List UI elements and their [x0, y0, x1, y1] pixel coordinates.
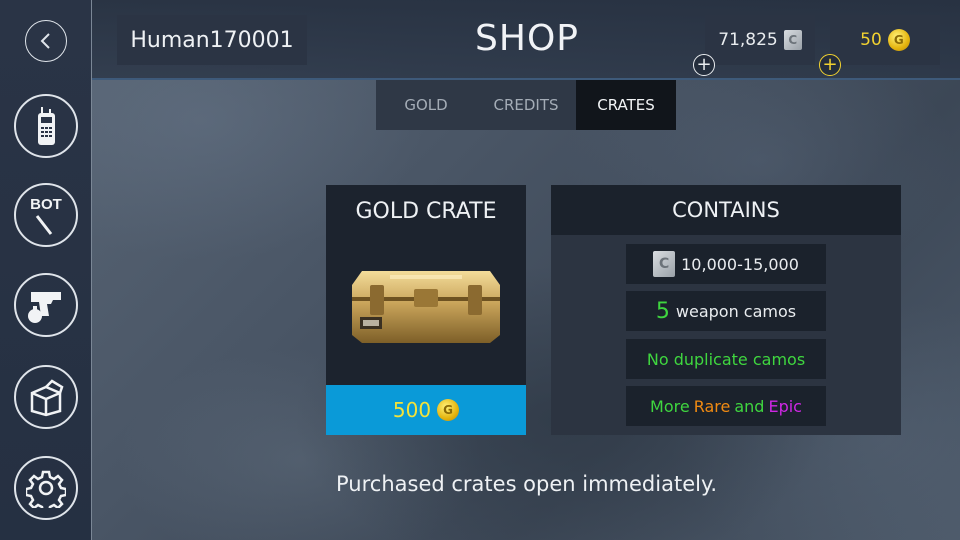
contains-panel: CONTAINS C 10,000-15,000 5 weapon camos … — [551, 185, 901, 435]
gold-crate-image — [352, 271, 500, 343]
contains-credits: C 10,000-15,000 — [626, 244, 826, 284]
contains-title: CONTAINS — [551, 185, 901, 235]
gold-amount: 50 — [860, 30, 882, 50]
top-bar: Human170001 SHOP 71,825 C 50 G + + — [92, 0, 960, 80]
sidebar: BOT — [0, 0, 92, 540]
pistol-grenade-icon — [28, 292, 61, 323]
buy-crate-button[interactable]: 500 G — [326, 385, 526, 435]
crate-title: GOLD CRATE — [355, 199, 497, 224]
contains-no-duplicates: No duplicate camos — [626, 339, 826, 379]
weapons-button[interactable] — [14, 273, 78, 337]
crate-price: 500 — [392, 398, 432, 422]
contains-rarity: More Rare and Epic — [626, 386, 826, 426]
back-button[interactable] — [25, 20, 67, 62]
gold-coin-icon: G — [437, 399, 460, 421]
rarity-epic: Epic — [768, 396, 802, 416]
camo-label: weapon camos — [675, 301, 797, 321]
credits-icon: C — [783, 30, 802, 50]
rarity-more: More — [650, 396, 690, 416]
contains-camos: 5 weapon camos — [626, 291, 826, 331]
bot-button[interactable]: BOT — [14, 183, 78, 247]
bot-label: BOT — [30, 196, 62, 213]
tab-gold[interactable]: GOLD — [376, 80, 476, 130]
credits-icon: C — [653, 251, 676, 277]
add-credits-button[interactable]: + — [693, 54, 715, 76]
crates-button[interactable] — [14, 365, 78, 429]
camo-count: 5 — [655, 298, 670, 324]
gear-icon — [26, 470, 66, 508]
settings-button[interactable] — [14, 456, 78, 520]
rarity-rare: Rare — [693, 396, 731, 416]
player-name: Human170001 — [117, 15, 307, 65]
gold-crate-card[interactable]: GOLD CRATE 500 G — [326, 185, 526, 435]
gold-balance: 50 G — [830, 15, 940, 65]
add-gold-button[interactable]: + — [819, 54, 841, 76]
gold-coin-icon: G — [887, 29, 910, 51]
box-icon — [30, 379, 64, 417]
radio-button[interactable] — [14, 94, 78, 158]
footer-note: Purchased crates open immediately. — [336, 472, 718, 496]
credits-balance: 71,825 C — [705, 15, 815, 65]
radio-icon — [38, 107, 55, 145]
credits-amount: 71,825 — [718, 30, 778, 50]
page-title: SHOP — [475, 18, 579, 59]
tab-credits[interactable]: CREDITS — [476, 80, 576, 130]
bot-icon: BOT — [30, 196, 62, 235]
shop-tabs: GOLD CREDITS CRATES — [376, 80, 676, 130]
rarity-and: and — [734, 396, 765, 416]
tab-crates[interactable]: CRATES — [576, 80, 676, 130]
credits-range: 10,000-15,000 — [681, 254, 799, 274]
chevron-left-icon — [40, 33, 50, 49]
